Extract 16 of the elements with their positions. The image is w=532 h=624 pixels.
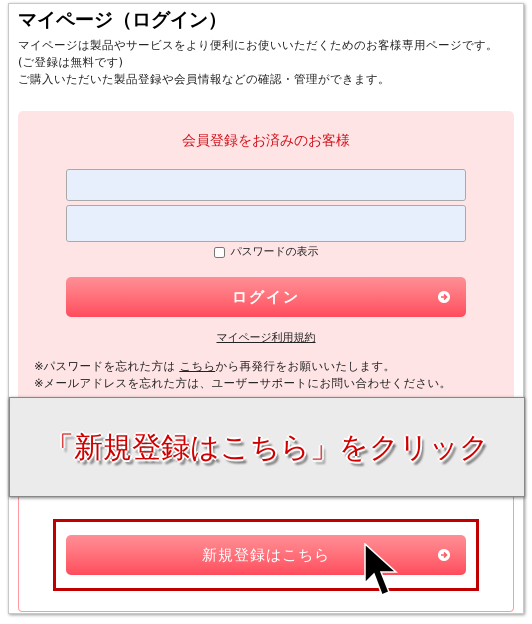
- intro-text: マイページは製品やサービスをより便利にお使いいただくためのお客様専用ページです。: [18, 37, 499, 54]
- annotation-text: 「新規登録はこちら」をクリック: [45, 429, 489, 465]
- password-field[interactable]: [66, 205, 466, 242]
- note-text: ※メールアドレスを忘れた方は、ユーザーサポートにお問い合わせください。: [34, 375, 452, 392]
- arrow-circle-icon: [438, 291, 450, 303]
- page-title: マイページ（ログイン）: [18, 8, 228, 33]
- login-heading: 会員登録をお済みのお客様: [182, 132, 350, 151]
- note-text: ※パスワードを忘れた方は こちら から再発行をお願いいたします。: [34, 358, 396, 375]
- intro-text: (ご登録は無料です): [18, 54, 124, 71]
- id-field[interactable]: [66, 169, 466, 201]
- reissue-link[interactable]: こちら: [179, 359, 216, 373]
- terms-link[interactable]: マイページ利用規約: [216, 330, 316, 346]
- show-password-checkbox[interactable]: [214, 246, 224, 258]
- show-password-label: パスワードの表示: [230, 244, 318, 260]
- intro-text: ご購入いただいた製品登録や会員情報などの確認・管理ができます。: [18, 71, 391, 88]
- arrow-circle-icon: [438, 549, 450, 561]
